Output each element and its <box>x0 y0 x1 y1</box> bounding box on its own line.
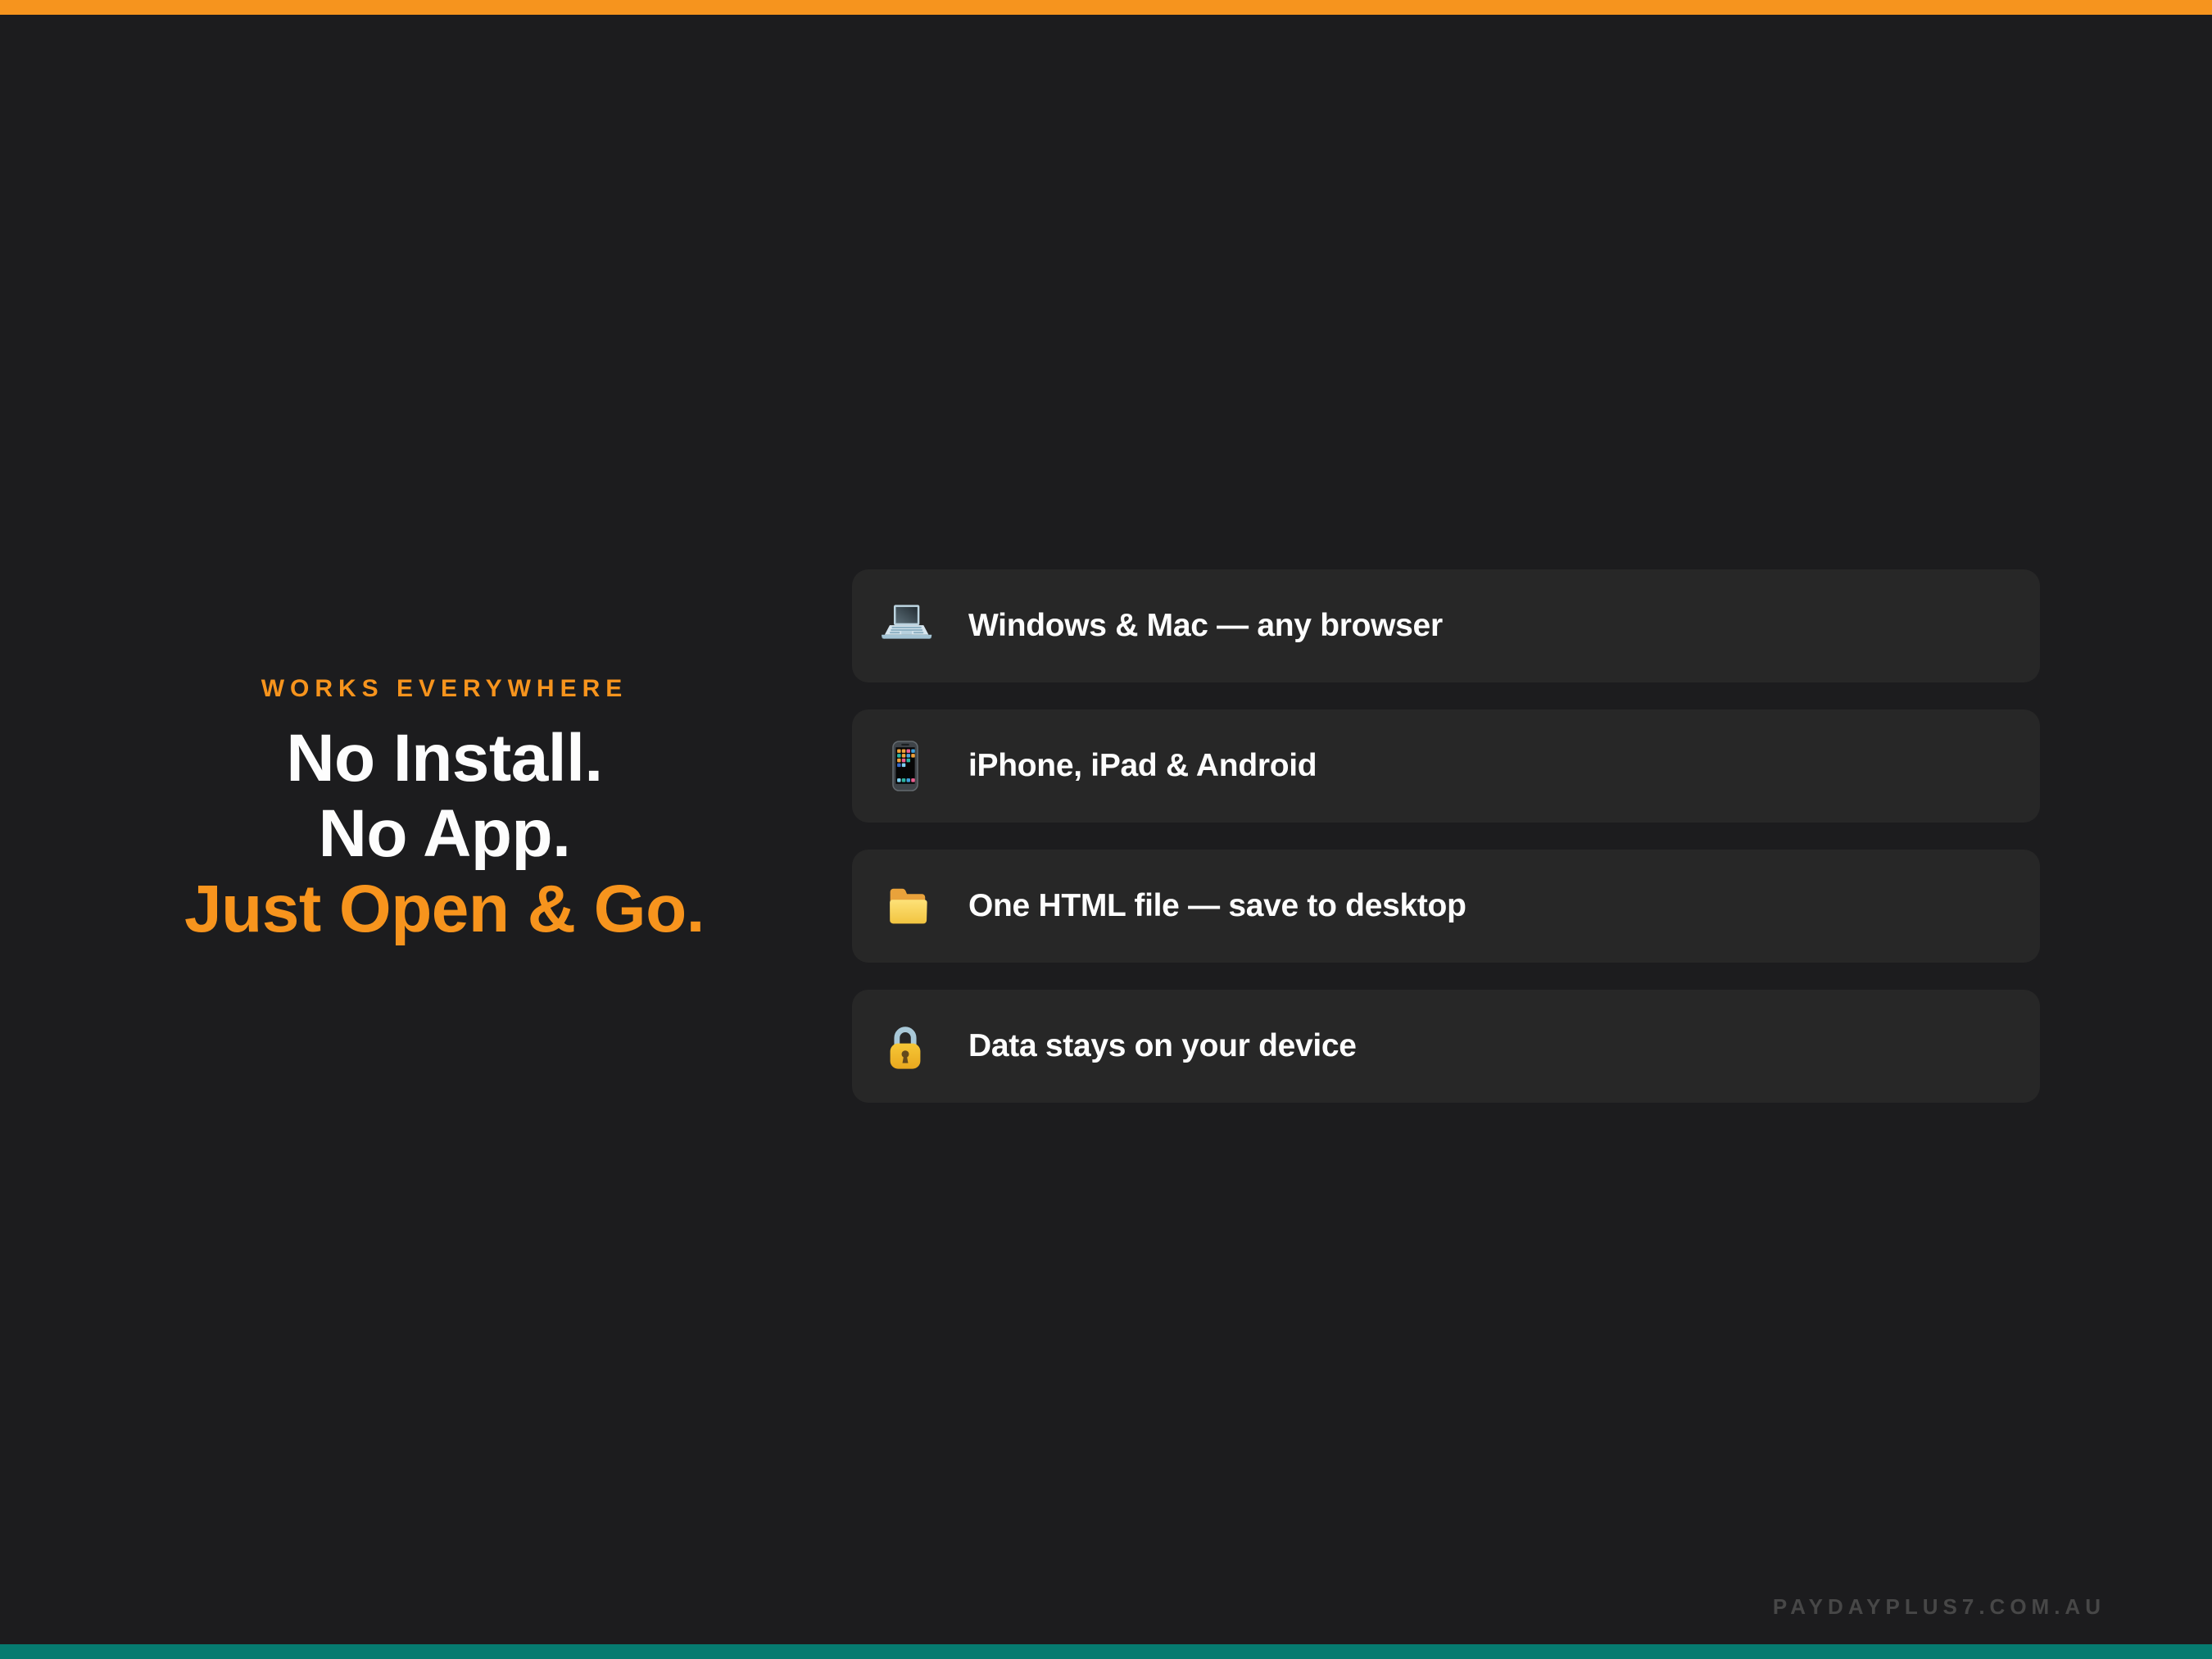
hero-block: WORKS EVERYWHERE No Install. No App. Jus… <box>139 675 750 947</box>
folder-icon <box>875 879 936 933</box>
headline-line-1: No Install. <box>286 721 602 796</box>
feature-label: One HTML file — save to desktop <box>968 888 1466 924</box>
feature-card-file: One HTML file — save to desktop <box>852 850 2040 963</box>
top-accent-bar <box>0 0 2212 15</box>
hero-headline: No Install. No App. Just Open & Go. <box>139 721 750 947</box>
hero-eyebrow: WORKS EVERYWHERE <box>139 675 750 703</box>
feature-card-privacy: Data stays on your device <box>852 990 2040 1103</box>
lock-icon <box>875 1019 936 1073</box>
feature-label: Windows & Mac — any browser <box>968 608 1443 644</box>
feature-card-mobile: iPhone, iPad & Android <box>852 709 2040 823</box>
headline-line-2: No App. <box>319 796 571 871</box>
smartphone-icon <box>875 739 936 793</box>
laptop-icon <box>875 599 936 653</box>
headline-line-3: Just Open & Go. <box>184 872 705 946</box>
bottom-accent-bar <box>0 1644 2212 1659</box>
feature-card-browsers: Windows & Mac — any browser <box>852 569 2040 682</box>
slide-canvas: WORKS EVERYWHERE No Install. No App. Jus… <box>0 0 2212 1659</box>
feature-label: Data stays on your device <box>968 1028 1357 1064</box>
watermark-text: PAYDAYPLUS7.COM.AU <box>1773 1594 2105 1620</box>
feature-card-list: Windows & Mac — any browser <box>852 569 2040 1103</box>
feature-label: iPhone, iPad & Android <box>968 748 1317 784</box>
